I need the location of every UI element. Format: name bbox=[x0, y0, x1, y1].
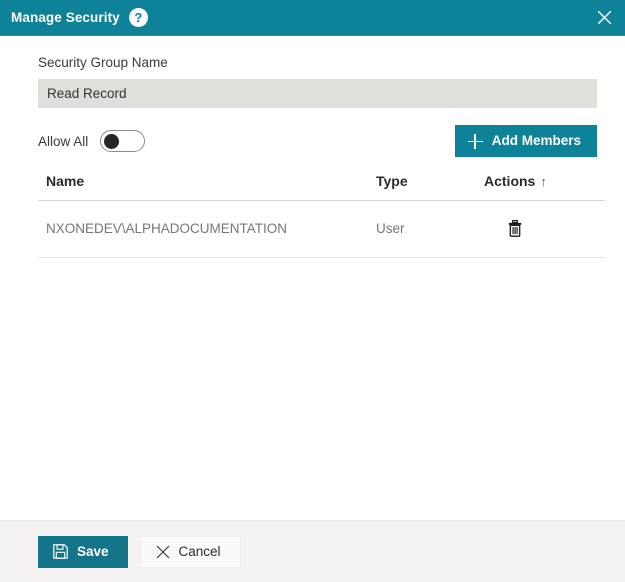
allow-all-row: Allow All Add Members bbox=[38, 125, 597, 158]
members-table-body: NXONEDEV\ALPHADOCUMENTATION User bbox=[38, 200, 605, 258]
member-type: User bbox=[376, 200, 484, 258]
member-name: NXONEDEV\ALPHADOCUMENTATION bbox=[38, 200, 376, 258]
column-header-type-label: Type bbox=[376, 173, 408, 190]
column-header-actions[interactable]: Actions ↑ bbox=[484, 173, 605, 202]
member-actions-cell bbox=[484, 200, 605, 258]
dialog-body: Security Group Name Allow All Add Member… bbox=[0, 36, 625, 520]
dialog-titlebar: Manage Security ? bbox=[0, 0, 625, 36]
save-disk-icon bbox=[53, 544, 68, 559]
add-members-button[interactable]: Add Members bbox=[454, 125, 597, 158]
close-icon[interactable] bbox=[583, 0, 625, 36]
sort-ascending-icon: ↑ bbox=[540, 174, 547, 190]
column-header-type[interactable]: Type bbox=[376, 173, 484, 202]
save-label: Save bbox=[77, 543, 109, 559]
column-header-actions-label: Actions bbox=[484, 173, 536, 190]
help-circle-icon[interactable]: ? bbox=[128, 8, 148, 27]
add-members-label: Add Members bbox=[491, 133, 581, 149]
dialog-footer: Save Cancel bbox=[0, 520, 625, 582]
titlebar-left-group: Manage Security ? bbox=[11, 8, 148, 27]
allow-all-label: Allow All bbox=[38, 133, 89, 149]
plus-icon bbox=[467, 133, 483, 149]
allow-all-toggle[interactable] bbox=[100, 130, 146, 153]
manage-security-dialog: Manage Security ? Security Group Name Al… bbox=[0, 0, 625, 582]
table-row: NXONEDEV\ALPHADOCUMENTATION User bbox=[38, 200, 605, 258]
toggle-knob bbox=[104, 134, 120, 150]
save-button[interactable]: Save bbox=[38, 535, 128, 568]
members-table: Name Type Actions ↑ NXONEDEV\ALPHADOCUMEN… bbox=[38, 173, 605, 258]
cancel-button[interactable]: Cancel bbox=[139, 535, 241, 568]
table-header-row: Name Type Actions ↑ bbox=[38, 173, 605, 202]
security-group-name-input[interactable] bbox=[38, 79, 597, 109]
members-table-head: Name Type Actions ↑ bbox=[38, 173, 605, 202]
close-x-icon bbox=[156, 545, 170, 559]
trash-icon[interactable] bbox=[506, 218, 524, 238]
allow-all-group: Allow All bbox=[38, 130, 146, 153]
cancel-label: Cancel bbox=[178, 543, 221, 559]
column-header-name[interactable]: Name bbox=[38, 173, 376, 202]
dialog-title: Manage Security bbox=[11, 9, 120, 25]
column-header-name-label: Name bbox=[46, 173, 85, 190]
security-group-name-label: Security Group Name bbox=[38, 55, 168, 70]
